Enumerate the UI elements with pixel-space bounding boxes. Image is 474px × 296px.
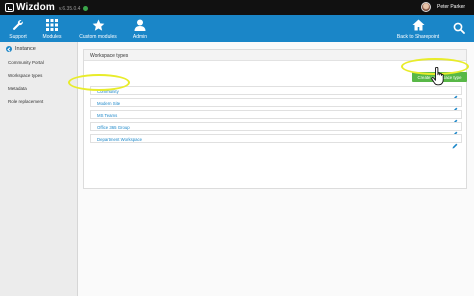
workspace-type-name[interactable]: Modern Site — [97, 101, 120, 106]
list-item[interactable]: Office 365 Group — [90, 122, 462, 137]
workspace-type-name[interactable]: Community — [97, 89, 119, 94]
workspace-type-name[interactable]: Department Workspace — [97, 137, 142, 142]
sidebar: Instance Community Portal Workspace type… — [0, 42, 78, 296]
edit-pencil-icon[interactable] — [452, 88, 458, 101]
wizdom-logo[interactable]: Wizdom v.6.35.0.4 — [5, 2, 89, 13]
app-name: Wizdom — [16, 2, 55, 13]
create-workspace-type-button[interactable]: Create workspace type — [412, 72, 467, 82]
panel-title: Workspace types — [90, 53, 129, 59]
list-item[interactable]: MS Teams — [90, 110, 462, 125]
nav-support[interactable]: Support — [4, 15, 32, 42]
nav-admin[interactable]: Admin — [126, 15, 154, 42]
back-arrow-icon — [6, 46, 12, 52]
sidebar-item-community-portal[interactable]: Community Portal — [8, 60, 44, 65]
grid-icon — [46, 18, 58, 32]
workspace-type-name[interactable]: Office 365 Group — [97, 125, 130, 130]
workspace-type-name[interactable]: MS Teams — [97, 113, 117, 118]
sidebar-item-metadata[interactable]: Metadata — [8, 86, 27, 91]
edit-pencil-icon[interactable] — [452, 112, 458, 125]
list-item[interactable]: Department Workspace — [90, 134, 462, 149]
wizdom-logo-icon — [5, 3, 14, 12]
avatar[interactable] — [421, 2, 431, 12]
nav-custom-modules[interactable]: Custom modules — [78, 15, 118, 42]
panel-header: Workspace types — [84, 50, 466, 61]
edit-pencil-icon[interactable] — [452, 124, 458, 137]
workspace-types-panel: Workspace types Create workspace type Co… — [83, 49, 467, 189]
nav-back-to-sharepoint[interactable]: Back to Sharepoint — [396, 15, 440, 42]
person-icon — [134, 18, 146, 32]
edit-pencil-icon[interactable] — [452, 136, 458, 149]
edit-pencil-icon[interactable] — [452, 100, 458, 113]
list-item[interactable]: Community — [90, 86, 462, 101]
sidebar-item-workspace-types[interactable]: Workspace types — [8, 73, 42, 78]
sidebar-item-role-replacement[interactable]: Role replacement — [8, 99, 43, 104]
star-icon — [92, 18, 105, 32]
main-content: Workspace types Create workspace type Co… — [78, 42, 474, 296]
list-item[interactable]: Modern Site — [90, 98, 462, 113]
home-icon — [412, 18, 425, 32]
nav-search[interactable] — [448, 15, 470, 42]
search-icon — [453, 21, 465, 35]
nav-custom-modules-label: Custom modules — [79, 34, 117, 40]
status-ok-icon — [83, 6, 89, 11]
sidebar-header[interactable]: Instance — [6, 46, 36, 52]
top-bar: Wizdom v.6.35.0.4 Peter Parker — [0, 0, 474, 15]
nav-modules[interactable]: Modules — [38, 15, 66, 42]
sidebar-title: Instance — [15, 46, 36, 52]
app-version: v.6.35.0.4 — [58, 5, 81, 12]
nav-back-to-sharepoint-label: Back to Sharepoint — [396, 34, 440, 40]
main-navbar: Support Modules Custom modules Admin Bac… — [0, 15, 474, 42]
nav-support-label: Support — [9, 34, 27, 40]
nav-modules-label: Modules — [42, 34, 62, 40]
nav-admin-label: Admin — [132, 34, 148, 40]
user-name[interactable]: Peter Parker — [437, 4, 465, 10]
wrench-icon — [12, 18, 24, 32]
